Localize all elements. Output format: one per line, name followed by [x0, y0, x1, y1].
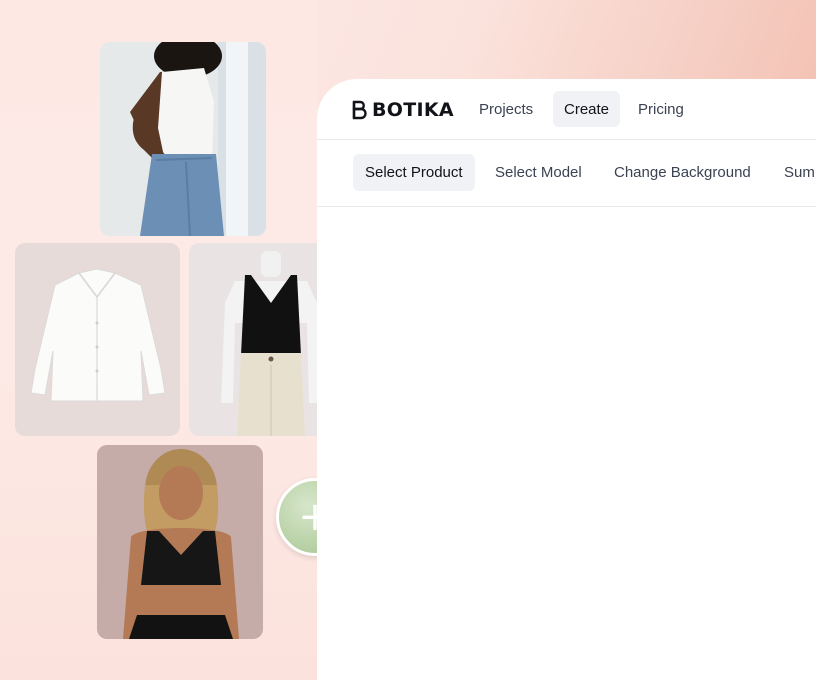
- botika-logo-icon: [352, 100, 367, 120]
- nav-projects[interactable]: Projects: [468, 91, 544, 127]
- step-tabs: Select Product Select Model Change Backg…: [317, 140, 816, 207]
- nav-pricing[interactable]: Pricing: [627, 91, 695, 127]
- top-navigation: BOTIKA Projects Create Pricing: [317, 79, 816, 140]
- step-summary[interactable]: Sum: [772, 154, 816, 191]
- model-black-crop-top-photo[interactable]: [97, 445, 263, 639]
- white-shirt-product-photo[interactable]: [15, 243, 180, 436]
- app-window: BOTIKA Projects Create Pricing Select Pr…: [317, 79, 816, 680]
- model-white-bodysuit-jeans-photo[interactable]: [100, 42, 266, 236]
- step-select-model[interactable]: Select Model: [483, 154, 594, 191]
- main-content-area: [317, 207, 816, 680]
- step-change-background[interactable]: Change Background: [602, 154, 763, 191]
- brand-logo[interactable]: BOTIKA: [352, 99, 454, 121]
- nav-create[interactable]: Create: [553, 91, 621, 127]
- brand-name: BOTIKA: [372, 99, 454, 121]
- step-select-product[interactable]: Select Product: [353, 154, 475, 191]
